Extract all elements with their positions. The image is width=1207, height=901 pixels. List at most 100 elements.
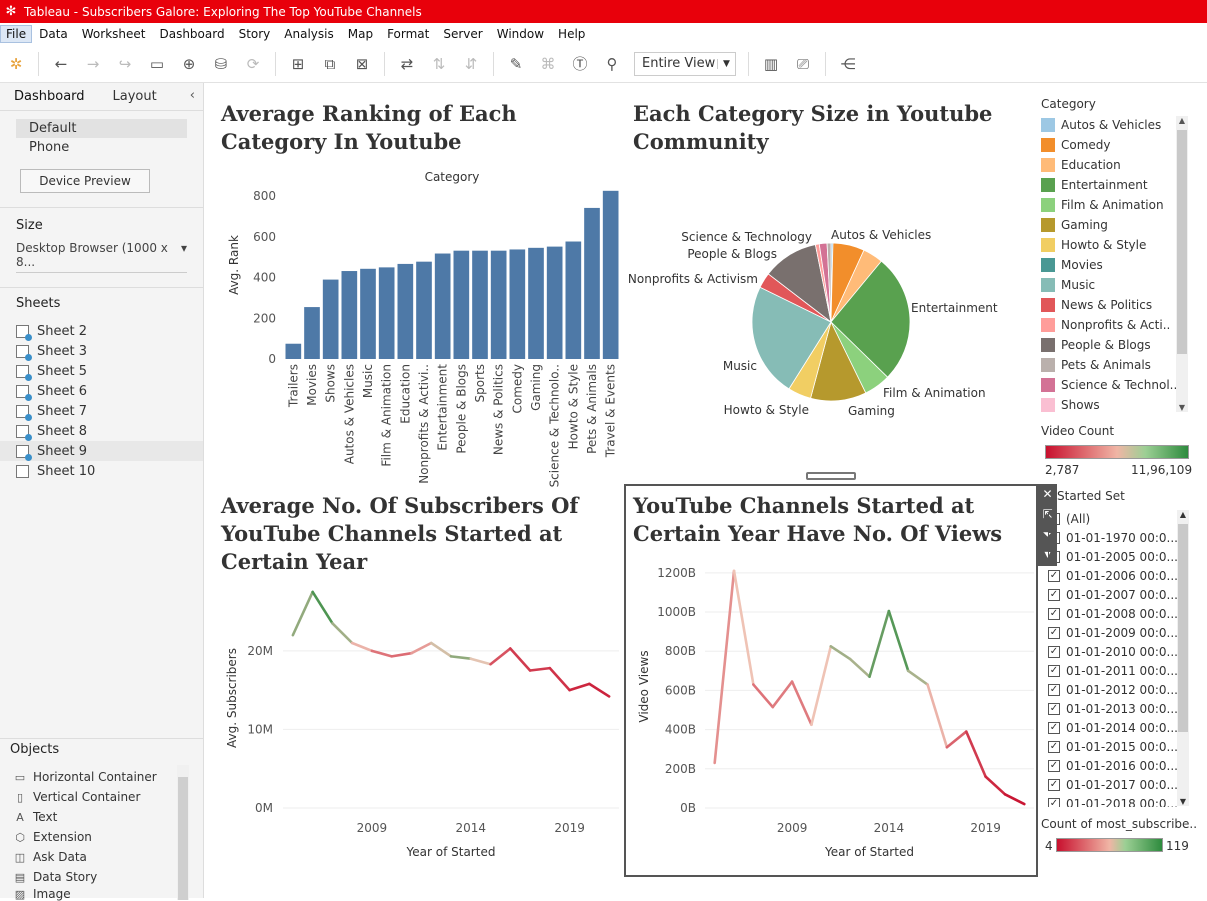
filter-label: 01-01-2008 00:0... bbox=[1066, 606, 1177, 621]
y-tick-label: 0 bbox=[268, 352, 276, 366]
checkbox[interactable]: ✓ bbox=[1048, 721, 1060, 734]
checkbox[interactable] bbox=[1048, 531, 1060, 544]
pie-label: Nonprofits & Activism bbox=[628, 272, 758, 286]
line-segment bbox=[410, 641, 433, 655]
legend-swatch bbox=[1041, 278, 1055, 292]
line-segment bbox=[311, 590, 334, 625]
legend-label: Autos & Vehicles bbox=[1061, 118, 1162, 132]
y-axis-label: Avg. Rank bbox=[227, 235, 241, 295]
checkbox[interactable]: ✓ bbox=[1048, 759, 1060, 772]
filter-item[interactable]: ✓ 01-01-2007 00:0... bbox=[1041, 585, 1177, 604]
legend-swatch bbox=[1041, 118, 1055, 132]
bar bbox=[528, 247, 544, 359]
legend-swatch bbox=[1041, 238, 1055, 252]
x-tick-label: Music bbox=[361, 364, 375, 398]
bar bbox=[546, 246, 563, 359]
filter-label: 01-01-2007 00:0... bbox=[1066, 587, 1177, 602]
x-tick-label: 2019 bbox=[554, 821, 585, 835]
filter-item[interactable]: ✓ 01-01-2011 00:0... bbox=[1041, 661, 1177, 680]
started-set-title: Started Set bbox=[1057, 489, 1125, 503]
y-axis-label: Avg. Subscribers bbox=[225, 648, 239, 748]
pie-label: People & Blogs bbox=[687, 247, 777, 261]
filter-item[interactable]: ✓ 01-01-2016 00:0... bbox=[1041, 756, 1177, 775]
bar-chart-header: Category bbox=[425, 170, 480, 184]
checkbox[interactable]: ✓ bbox=[1048, 607, 1060, 620]
bar bbox=[565, 241, 582, 359]
legend-swatch bbox=[1041, 258, 1055, 272]
legend-label: Pets & Animals bbox=[1061, 358, 1151, 372]
scroll-down-icon[interactable]: ▼ bbox=[1176, 403, 1188, 412]
scroll-up-icon[interactable]: ▲ bbox=[1176, 116, 1188, 125]
checkbox[interactable]: ✓ bbox=[1048, 683, 1060, 696]
pie-label: Entertainment bbox=[911, 301, 998, 315]
checkbox[interactable]: ✓ bbox=[1048, 740, 1060, 753]
bar bbox=[285, 343, 302, 359]
filter-item[interactable]: ✓ 01-01-2012 00:0... bbox=[1041, 680, 1177, 699]
bar bbox=[341, 271, 358, 359]
x-tick-label: Nonprofits & Activi.. bbox=[417, 364, 431, 484]
bar bbox=[322, 279, 339, 359]
line-segment bbox=[508, 647, 532, 672]
category-legend-title: Category bbox=[1041, 97, 1096, 111]
bar bbox=[416, 261, 432, 359]
checkbox[interactable]: ✓ bbox=[1048, 797, 1060, 807]
x-tick-label: Entertainment bbox=[436, 364, 450, 451]
y-tick-label: 0M bbox=[255, 801, 273, 815]
checkbox[interactable]: ✓ bbox=[1048, 702, 1060, 715]
legend-swatch bbox=[1041, 358, 1055, 372]
legend-swatch bbox=[1041, 218, 1055, 232]
legend-scrollbar[interactable]: ▲ ▼ bbox=[1176, 116, 1188, 412]
x-axis-label: Year of Started bbox=[406, 845, 496, 859]
legend-label: Music bbox=[1061, 278, 1096, 292]
checkbox[interactable]: ✓ bbox=[1048, 626, 1060, 639]
filter-item[interactable]: ✓ 01-01-2018 00:0... bbox=[1041, 794, 1177, 807]
filter-item[interactable]: ✓ 01-01-2014 00:0... bbox=[1041, 718, 1177, 737]
checkbox[interactable]: ✓ bbox=[1048, 588, 1060, 601]
filter-item[interactable]: ✓ 01-01-2009 00:0... bbox=[1041, 623, 1177, 642]
started-set-list: (All) 01-01-1970 00:0... 01-01-2005 00:0..… bbox=[1041, 509, 1177, 807]
bar bbox=[472, 250, 488, 359]
checkbox[interactable]: ✓ bbox=[1048, 645, 1060, 658]
count-legend-title: Count of most_subscribe.. bbox=[1041, 817, 1198, 831]
scroll-up-icon[interactable]: ▲ bbox=[1177, 510, 1189, 519]
filter-item[interactable]: 01-01-2005 00:0... bbox=[1041, 547, 1177, 566]
pie-label: Gaming bbox=[848, 404, 895, 418]
filter-item[interactable]: ✓ 01-01-2015 00:0... bbox=[1041, 737, 1177, 756]
filter-item[interactable]: ✓ 01-01-2008 00:0... bbox=[1041, 604, 1177, 623]
checkbox[interactable]: ✓ bbox=[1048, 569, 1060, 582]
checkbox[interactable] bbox=[1048, 550, 1060, 563]
filter-item[interactable]: ✓ 01-01-2006 00:0... bbox=[1041, 566, 1177, 585]
filter-item[interactable]: ✓ 01-01-2013 00:0... bbox=[1041, 699, 1177, 718]
filter-item[interactable]: ✓ 01-01-2010 00:0... bbox=[1041, 642, 1177, 661]
filter-label: (All) bbox=[1066, 511, 1091, 526]
filter-item[interactable]: ✓ 01-01-2017 00:0... bbox=[1041, 775, 1177, 794]
filter-scrollbar[interactable]: ▲ ▼ bbox=[1177, 510, 1189, 806]
x-tick-label: Travel & Events bbox=[604, 364, 618, 458]
x-tick-label: Science & Technolo.. bbox=[548, 364, 562, 487]
filter-label: 01-01-2010 00:0... bbox=[1066, 644, 1177, 659]
bar bbox=[304, 307, 320, 359]
filter-label: 01-01-2011 00:0... bbox=[1066, 663, 1177, 678]
line-segment bbox=[291, 590, 314, 637]
y-tick-label: 200 bbox=[253, 311, 276, 325]
count-max: 119 bbox=[1166, 839, 1189, 853]
legend-label: News & Politics bbox=[1061, 298, 1153, 312]
legend-swatch bbox=[1041, 158, 1055, 172]
filter-item[interactable]: 01-01-1970 00:0... bbox=[1041, 528, 1177, 547]
x-tick-label: Shows bbox=[324, 364, 338, 403]
legend-label: Gaming bbox=[1061, 218, 1108, 232]
scroll-down-icon[interactable]: ▼ bbox=[1177, 797, 1189, 806]
line-segment bbox=[588, 682, 611, 698]
checkbox[interactable]: ✓ bbox=[1048, 664, 1060, 677]
line-segment bbox=[548, 666, 571, 692]
line-segment bbox=[568, 682, 591, 692]
move-handle[interactable] bbox=[806, 472, 856, 480]
pie-label: Autos & Vehicles bbox=[831, 228, 931, 242]
legend-label: Entertainment bbox=[1061, 178, 1148, 192]
checkbox[interactable]: ✓ bbox=[1048, 778, 1060, 791]
video-count-min: 2,787 bbox=[1045, 463, 1080, 477]
filter-item[interactable]: (All) bbox=[1041, 509, 1177, 528]
legend-swatch bbox=[1041, 338, 1055, 352]
line-segment bbox=[449, 655, 473, 661]
checkbox[interactable] bbox=[1048, 512, 1060, 525]
